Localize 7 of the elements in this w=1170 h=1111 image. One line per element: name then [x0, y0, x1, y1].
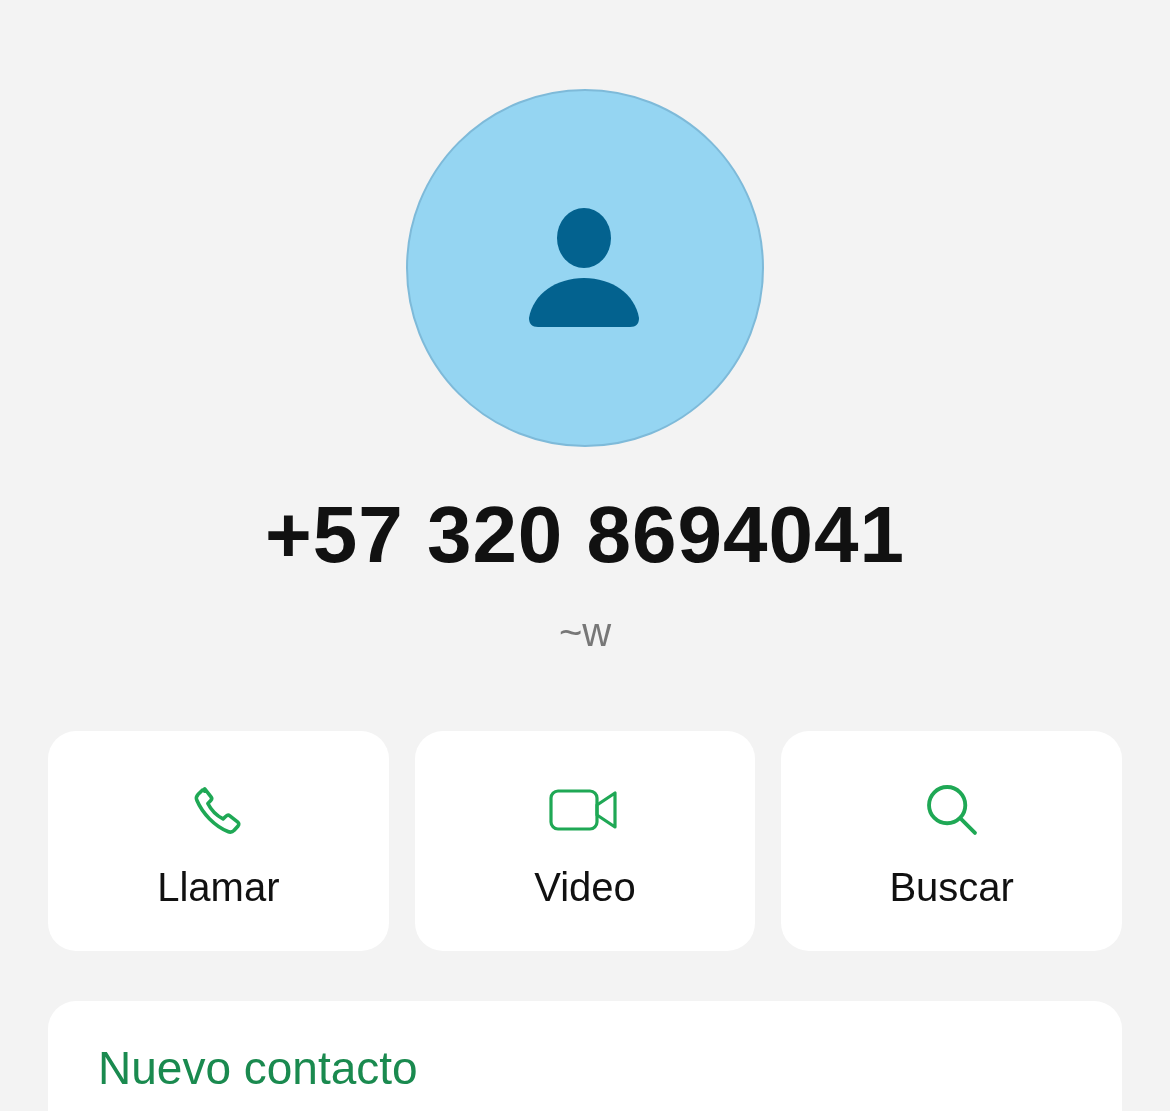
phone-number: +57 320 8694041 — [264, 489, 906, 581]
person-icon — [528, 208, 642, 328]
call-button[interactable]: Llamar — [48, 731, 389, 951]
new-contact-link[interactable]: Nuevo contacto — [98, 1041, 418, 1095]
contact-name: ~w — [558, 609, 612, 656]
video-button[interactable]: Video — [414, 731, 756, 951]
search-button[interactable]: Buscar — [781, 731, 1122, 951]
